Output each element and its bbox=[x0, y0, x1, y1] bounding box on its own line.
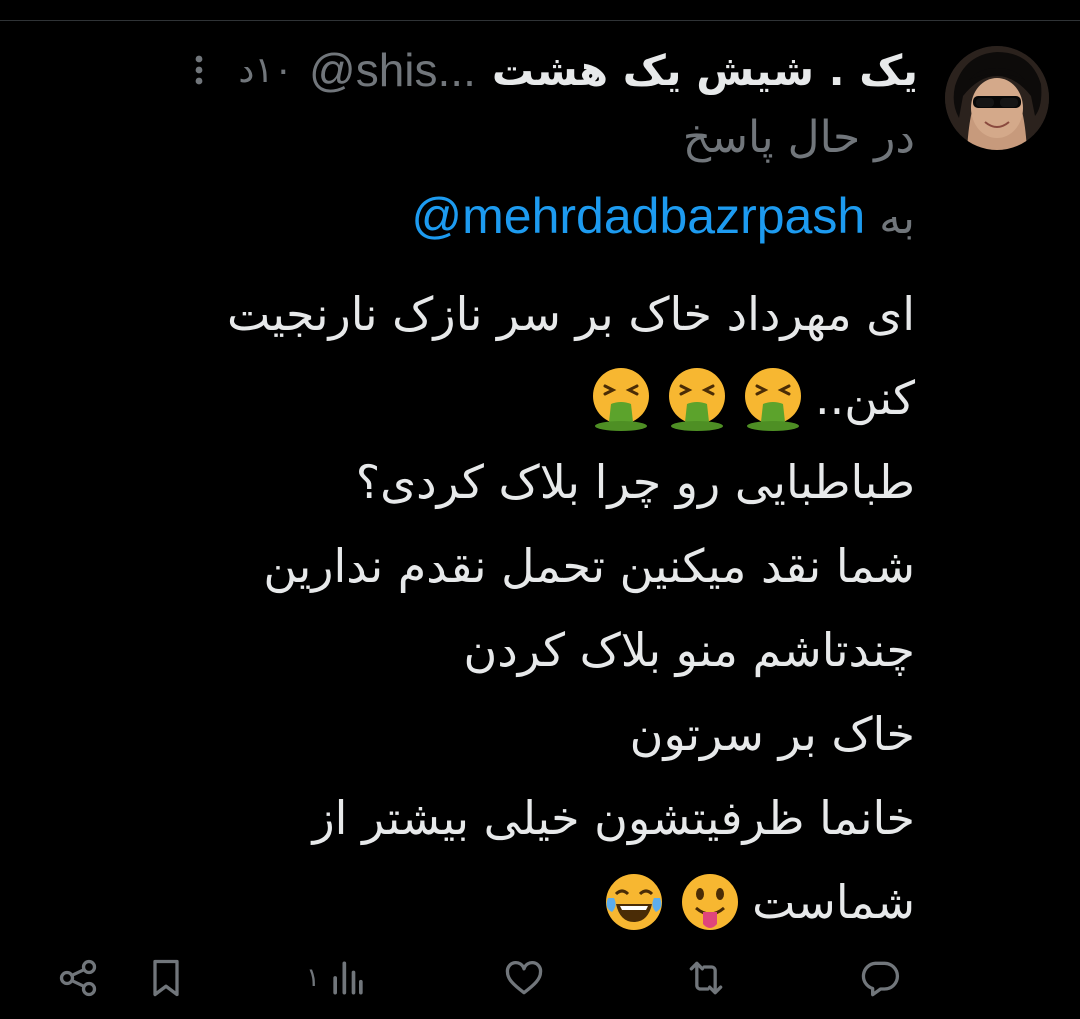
more-options-icon[interactable] bbox=[192, 53, 206, 87]
replying-status: در حال پاسخ bbox=[682, 112, 915, 163]
retweet-icon bbox=[689, 961, 723, 995]
tweet-line: شما نقد میکنین تحمل نقدم ندارین bbox=[135, 524, 915, 608]
tweet-body: ای مهرداد خاک بر سر نازک نارنجیت کنن.. ط… bbox=[135, 272, 915, 944]
tweet-line: خانما ظرفیتشون خیلی بیشتر از bbox=[135, 776, 915, 860]
retweet-button[interactable] bbox=[684, 945, 728, 1011]
share-button[interactable] bbox=[56, 945, 100, 1011]
reply-icon bbox=[861, 961, 900, 997]
reply-button[interactable] bbox=[858, 945, 902, 1011]
tweet-line-text: شما نقد میکنین تحمل نقدم ندارین bbox=[263, 539, 915, 593]
avatar[interactable] bbox=[945, 46, 1049, 150]
tweet-line: چندتاشم منو بلاک کردن bbox=[135, 608, 915, 692]
tweet-time[interactable]: ۱۰د bbox=[238, 50, 293, 91]
tweet-line: کنن.. bbox=[135, 356, 915, 440]
heart-icon bbox=[505, 960, 543, 995]
vomiting-face-icon bbox=[592, 368, 649, 431]
views-button[interactable]: ۱ bbox=[306, 945, 366, 1011]
face-with-tears-of-joy-icon bbox=[606, 874, 663, 930]
display-name[interactable]: یک . شیش یک هشت bbox=[492, 46, 918, 95]
share-icon bbox=[59, 959, 97, 997]
reply-target: به @mehrdadbazrpash bbox=[411, 187, 915, 245]
user-handle[interactable]: @shis... bbox=[309, 43, 476, 97]
avatar-image bbox=[945, 46, 1049, 150]
tweet-line: خاک بر سرتون bbox=[135, 692, 915, 776]
tweet-line-text: خاک بر سرتون bbox=[629, 707, 915, 761]
tweet-line-text: چندتاشم منو بلاک کردن bbox=[463, 623, 915, 677]
tweet-line-text: کنن.. bbox=[814, 371, 915, 425]
bookmark-button[interactable] bbox=[146, 945, 186, 1011]
tweet-line-text: ای مهرداد خاک بر سر نازک نارنجیت bbox=[226, 287, 915, 341]
face-with-tongue-icon bbox=[682, 874, 739, 930]
vomiting-face-icon bbox=[744, 368, 801, 431]
bookmark-icon bbox=[153, 959, 179, 997]
tweet-line: ای مهرداد خاک بر سر نازک نارنجیت bbox=[135, 272, 915, 356]
views-icon bbox=[333, 961, 363, 995]
views-count: ۱ bbox=[306, 963, 320, 993]
tweet-header: یک . شیش یک هشت @shis... ۱۰د bbox=[192, 40, 918, 100]
mention-link[interactable]: @mehrdadbazrpash bbox=[411, 187, 865, 245]
reply-prefix: به bbox=[879, 193, 915, 244]
like-button[interactable] bbox=[502, 945, 546, 1011]
tweet-line: طباطبایی رو چرا بلاک کردی؟ bbox=[135, 440, 915, 524]
tweet-line-text: شماست bbox=[752, 875, 915, 929]
tweet-line-text: طباطبایی رو چرا بلاک کردی؟ bbox=[355, 455, 915, 509]
tweet-actions: ۱ bbox=[0, 945, 1080, 1011]
tweet-line-text: خانما ظرفیتشون خیلی بیشتر از bbox=[312, 791, 915, 845]
tweet-line: شماست bbox=[135, 860, 915, 944]
vomiting-face-icon bbox=[668, 368, 725, 431]
top-divider bbox=[0, 20, 1080, 21]
